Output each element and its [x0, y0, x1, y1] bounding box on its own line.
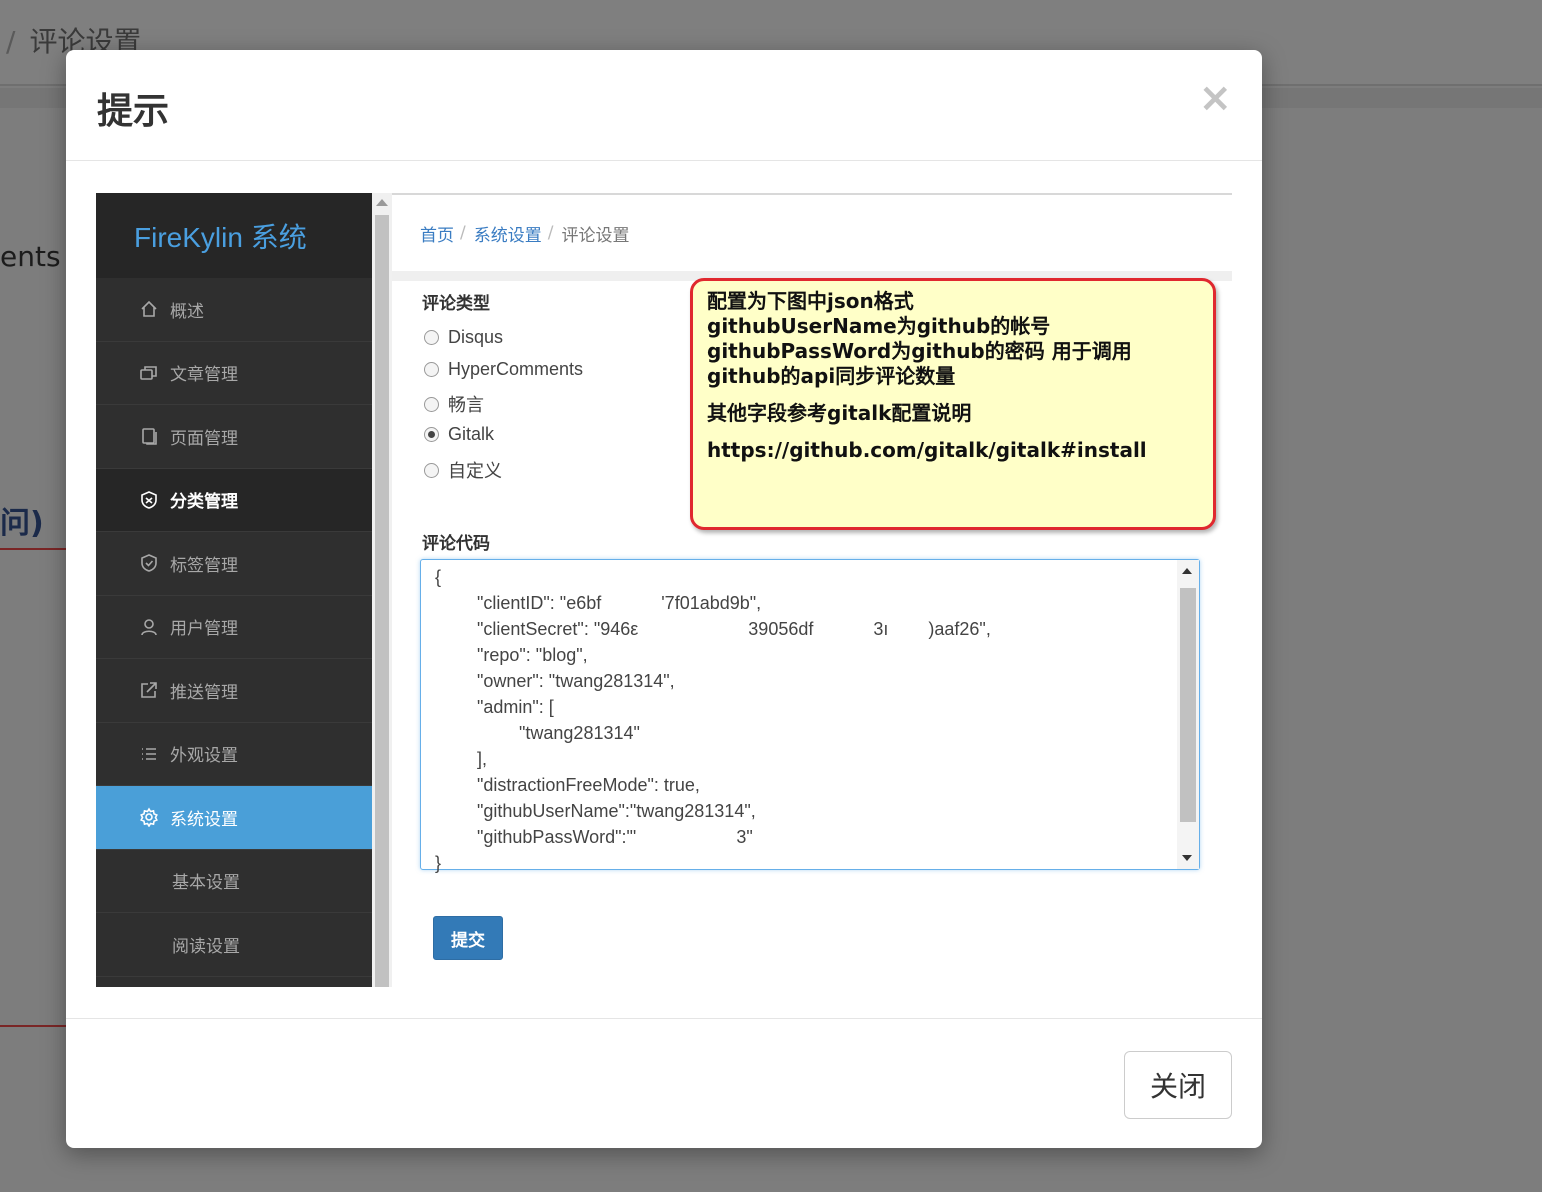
radio-button[interactable] [424, 330, 439, 345]
code-line: "owner": "twang281314", [457, 671, 675, 691]
sidebar-subitem-reading-settings[interactable]: 阅读设置 [96, 913, 372, 977]
breadcrumb-current: 评论设置 [561, 225, 630, 246]
code-line: "githubPassWord":"' 3" [457, 827, 753, 847]
code-line: "twang281314" [479, 723, 640, 743]
gear-icon [138, 806, 160, 828]
code-line: "clientSecret": "946ε 39056df 3ı )aaf26"… [457, 619, 991, 639]
sidebar-item-tags[interactable]: 标签管理 [96, 532, 372, 596]
sidebar-item-label: 外观设置 [170, 746, 238, 767]
home-icon [138, 298, 160, 320]
scroll-up-arrow-icon[interactable] [1182, 568, 1192, 574]
scroll-up-arrow-icon[interactable] [376, 199, 388, 206]
sidebar-item-label: 概述 [170, 301, 204, 322]
sidebar: FireKylin 系统 概述 文章管理 页面管理 分类管理 标签管理 用户管理… [96, 193, 372, 987]
submit-button[interactable]: 提交 [433, 916, 503, 960]
code-content: { "clientID": "e6bf '7f01abd9b", "client… [421, 564, 991, 876]
background-divider [0, 1025, 66, 1027]
sidebar-item-categories[interactable]: 分类管理 [96, 468, 372, 532]
radio-label: 自定义 [448, 461, 502, 481]
sidebar-item-label: 文章管理 [170, 365, 238, 386]
radio-label: Disqus [448, 327, 504, 347]
sidebar-item-overview[interactable]: 概述 [96, 278, 372, 342]
sidebar-subitem-basic-settings[interactable]: 基本设置 [96, 850, 372, 913]
code-line: "githubUserName":"twang281314", [457, 801, 756, 821]
sidebar-item-label: 用户管理 [170, 619, 238, 640]
breadcrumb-separator: / [547, 223, 554, 243]
tag-shield-icon [138, 552, 160, 574]
code-line: "admin": [ [457, 697, 554, 717]
annotation-line: githubPassWord为github的密码 用于调用github的api同… [707, 339, 1132, 388]
breadcrumb-separator: / [6, 25, 16, 58]
external-link-icon [138, 679, 160, 701]
scrollbar-thumb[interactable] [375, 215, 389, 987]
radio-button[interactable] [424, 396, 439, 412]
list-icon [138, 743, 160, 765]
page-icon [138, 425, 160, 447]
sidebar-scrollbar[interactable] [372, 193, 392, 987]
sidebar-item-label: 分类管理 [170, 492, 238, 513]
prompt-modal: 提示 × FireKylin 系统 概述 文章管理 页面管理 分类管理 标签管理… [66, 50, 1262, 1148]
radio-label: Gitalk [448, 424, 495, 444]
breadcrumb: 首页 / 系统设置 / 评论设置 [392, 195, 1232, 271]
modal-footer: 关闭 [66, 1018, 1262, 1148]
sidebar-item-system-settings[interactable]: 系统设置 [96, 786, 372, 850]
radio-option-changyan[interactable]: 畅言 [424, 391, 484, 417]
comment-type-label: 评论类型 [422, 294, 490, 314]
radio-option-custom[interactable]: 自定义 [424, 457, 502, 483]
radio-option-gitalk[interactable]: Gitalk [424, 424, 494, 445]
scroll-down-arrow-icon[interactable] [1182, 855, 1192, 861]
sidebar-item-push[interactable]: 推送管理 [96, 659, 372, 723]
radio-label: HyperComments [448, 359, 584, 379]
sidebar-item-label: 推送管理 [170, 682, 238, 703]
modal-title: 提示 [97, 91, 170, 132]
code-line: } [435, 853, 442, 873]
background-divider [0, 548, 66, 550]
modal-body: FireKylin 系统 概述 文章管理 页面管理 分类管理 标签管理 用户管理… [66, 162, 1262, 1018]
modal-header: 提示 × [66, 50, 1262, 161]
sidebar-item-articles[interactable]: 文章管理 [96, 342, 372, 405]
close-icon[interactable]: × [1198, 78, 1232, 118]
brand-logo: FireKylin 系统 [96, 193, 372, 278]
annotation-line: 其他字段参考gitalk配置说明 [707, 401, 972, 425]
radio-label: 畅言 [448, 395, 484, 415]
radio-button[interactable] [424, 362, 439, 377]
annotation-callout: 配置为下图中json格式 githubUserName为github的帐号 gi… [690, 278, 1216, 530]
sidebar-item-label: 标签管理 [170, 555, 238, 576]
code-line: "repo": "blog", [457, 645, 588, 665]
code-line: "clientID": "e6bf '7f01abd9b", [457, 593, 762, 613]
code-line: ], [457, 749, 488, 769]
sidebar-item-appearance[interactable]: 外观设置 [96, 723, 372, 786]
annotation-line: githubUserName为github的帐号 [707, 314, 1051, 338]
articles-icon [138, 362, 160, 384]
comment-code-label: 评论代码 [422, 534, 490, 554]
main-content: 首页 / 系统设置 / 评论设置 评论类型 Disqus HyperCommen… [392, 193, 1232, 987]
annotation-link: https://github.com/gitalk/gitalk#install [707, 438, 1147, 462]
code-line: "distractionFreeMode": true, [457, 775, 700, 795]
shield-icon [138, 489, 160, 511]
annotation-line: 配置为下图中json格式 [707, 289, 914, 313]
embedded-screenshot: FireKylin 系统 概述 文章管理 页面管理 分类管理 标签管理 用户管理… [96, 193, 1232, 987]
radio-button-selected[interactable] [424, 427, 439, 442]
radio-option-disqus[interactable]: Disqus [424, 327, 503, 348]
sidebar-item-label: 页面管理 [170, 428, 238, 449]
comment-code-textarea[interactable]: { "clientID": "e6bf '7f01abd9b", "client… [420, 559, 1200, 873]
breadcrumb-separator: / [460, 223, 466, 243]
breadcrumb-home-link[interactable]: 首页 [420, 221, 454, 246]
background-text-fragment: 问) [0, 506, 44, 541]
breadcrumb-parent-link[interactable]: 系统设置 [474, 221, 542, 246]
radio-option-hypercomments[interactable]: HyperComments [424, 359, 583, 380]
close-button[interactable]: 关闭 [1124, 1051, 1232, 1119]
sidebar-item-pages[interactable]: 页面管理 [96, 405, 372, 469]
scrollbar-thumb[interactable] [1180, 588, 1196, 822]
sidebar-item-label: 系统设置 [170, 809, 238, 830]
code-line: { [435, 567, 442, 587]
background-text-fragment: ents [0, 240, 61, 273]
textarea-scrollbar[interactable] [1177, 560, 1199, 869]
sidebar-item-users[interactable]: 用户管理 [96, 596, 372, 659]
radio-button[interactable] [424, 462, 439, 478]
user-icon [138, 616, 160, 638]
